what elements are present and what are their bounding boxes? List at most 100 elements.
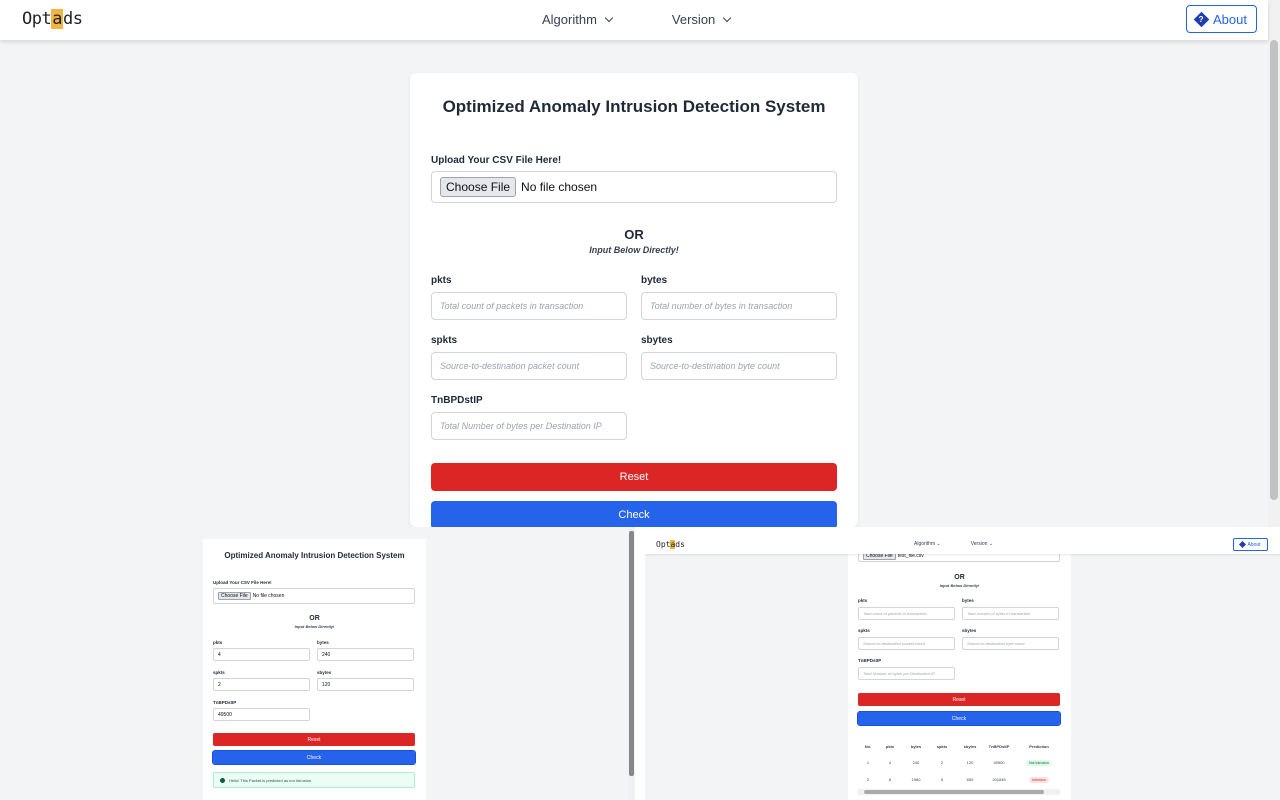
status-badge: Intrusion	[1029, 777, 1049, 783]
mini-check-button[interactable]: Check	[212, 750, 416, 765]
bytes-input[interactable]: Total number of bytes in transaction	[641, 292, 837, 320]
mini-scrollbar-thumb[interactable]	[629, 531, 634, 776]
bytes-label: bytes	[641, 275, 668, 286]
logo-text-pre: Opt	[22, 9, 52, 29]
table-scrollbar-thumb[interactable]	[864, 790, 1044, 794]
mini2-sbytes-input[interactable]: Source-to-destination byte count	[962, 637, 1059, 650]
mini-nav-version-label: Version	[970, 541, 988, 547]
about-button[interactable]: ? About	[1186, 5, 1257, 33]
mini2-pkts-input[interactable]: Total count of packets in transaction	[858, 607, 955, 620]
mini-nav-version[interactable]: Version ⌄	[971, 541, 993, 547]
logo-text-post: ds	[62, 9, 83, 29]
col-header: TnBPDstIP	[988, 744, 1010, 749]
logo-text-highlight: a	[51, 9, 63, 29]
question-diamond-icon: ?	[1193, 11, 1210, 27]
mini-reset-button[interactable]: Reset	[213, 733, 415, 746]
table-cell: 201845	[992, 777, 1006, 782]
csv-file-input[interactable]: Choose File No file chosen	[431, 171, 837, 203]
mini-about-button[interactable]: About	[1233, 538, 1268, 551]
logo[interactable]: Opt a ds	[22, 9, 83, 29]
nav-algorithm-label: Algorithm	[542, 12, 597, 27]
mini-csv-file-input[interactable]: Choose File No file chosen	[213, 588, 415, 604]
mini-or-subtitle: Input Below Directly!	[294, 624, 335, 629]
mini-file-status: No file chosen	[252, 593, 285, 599]
top-navbar: Opt a ds Algorithm Version ? About	[0, 0, 1268, 40]
nav-version-dropdown[interactable]: Version	[671, 12, 732, 27]
prediction-success-alert: Hello! This Packet is predicted as not I…	[213, 772, 415, 788]
mini2-bytes-input[interactable]: Total number of bytes in transaction	[962, 607, 1059, 620]
mini-sbytes-input[interactable]: 120	[317, 678, 414, 691]
mini-navbar: Optads Algorithm ⌄ Version ⌄ About	[645, 527, 1280, 554]
mini-bytes-input[interactable]: 240	[317, 648, 414, 661]
or-subtitle: Input Below Directly!	[589, 245, 679, 255]
mini-logo[interactable]: Optads	[656, 540, 685, 549]
check-button[interactable]: Check	[431, 501, 837, 527]
mini-about-label: About	[1247, 541, 1261, 548]
screenshot-divider	[635, 527, 645, 800]
reset-button[interactable]: Reset	[431, 463, 837, 491]
detection-form-card: Optimized Anomaly Intrusion Detection Sy…	[410, 73, 858, 527]
nav-menu: Algorithm Version	[542, 12, 732, 27]
mini2-check-button[interactable]: Check	[857, 711, 1061, 726]
sbytes-label: sbytes	[641, 335, 673, 346]
mini-nav-algorithm[interactable]: Algorithm ⌄	[914, 541, 941, 547]
mini-or-subtitle-2: Input Below Directly!	[939, 583, 980, 588]
pkts-input[interactable]: Total count of packets in transaction	[431, 292, 627, 320]
mini-spkts-label: spkts	[213, 670, 225, 675]
screenshot-single-prediction: Optimized Anomaly Intrusion Detection Sy…	[0, 527, 635, 800]
choose-file-button[interactable]: Choose File	[440, 177, 517, 197]
mini-sbytes-label: sbytes	[317, 670, 332, 675]
screenshot-batch-prediction: Optads Algorithm ⌄ Version ⌄ About Choos…	[645, 527, 1280, 800]
mini2-tnbpdstip-input[interactable]: Total Number of bytes per Destination IP	[858, 667, 955, 680]
file-status: No file chosen	[521, 180, 598, 194]
page-scrollbar[interactable]	[1268, 0, 1280, 527]
nav-algorithm-dropdown[interactable]: Algorithm	[542, 12, 614, 27]
mini-or-divider: OR	[309, 615, 320, 622]
table-row: 1 4 240 2 120 49500 Not Intrusion	[858, 760, 1060, 777]
mini2-sbytes-label: sbytes	[962, 628, 977, 633]
mini2-pkts-label: pkts	[858, 598, 868, 603]
col-header: sbytes	[963, 744, 977, 749]
mini-tnbpdstip-label: TnBPDstIP	[213, 700, 237, 705]
mini2-spkts-input[interactable]: Source-to-destination packet count	[858, 637, 955, 650]
mini-pkts-input[interactable]: 4	[213, 648, 310, 661]
mini-logo-post: ds	[675, 540, 685, 549]
mini-nav-algorithm-label: Algorithm	[914, 541, 936, 547]
table-cell: 2	[940, 760, 944, 765]
about-label: About	[1213, 11, 1247, 27]
tnbpdstip-input[interactable]: Total Number of bytes per Destination IP	[431, 412, 627, 440]
table-cell: 5	[940, 777, 944, 782]
sbytes-input[interactable]: Source-to-destination byte count	[641, 352, 837, 380]
table-cell: 120	[966, 760, 974, 765]
table-cell: 650	[966, 777, 974, 782]
mini-logo-pre: Opt	[656, 540, 671, 549]
tnbpdstip-label: TnBPDstIP	[431, 395, 483, 406]
mini-pkts-label: pkts	[213, 640, 223, 645]
page-title: Optimized Anomaly Intrusion Detection Sy…	[442, 97, 826, 116]
mini-choose-file-button[interactable]: Choose File	[218, 592, 251, 600]
col-header: Prediction	[1029, 744, 1049, 749]
prediction-message: Hello! This Packet is predicted as not I…	[229, 777, 312, 783]
page-scrollbar-thumb[interactable]	[1270, 40, 1278, 500]
table-horizontal-scrollbar[interactable]	[858, 789, 1060, 795]
mini-scrollbar[interactable]	[628, 527, 635, 800]
mini-or-divider-2: OR	[954, 574, 965, 581]
mini2-bytes-label: bytes	[962, 598, 974, 603]
mini2-tnbpdstip-label: TnBPDstIP	[858, 658, 882, 663]
mini-page-title: Optimized Anomaly Intrusion Detection Sy…	[224, 551, 405, 560]
mini-spkts-input[interactable]: 2	[213, 678, 310, 691]
table-cell: 49500	[993, 760, 1005, 765]
info-icon	[220, 777, 225, 783]
chevron-down-icon	[723, 13, 732, 23]
spkts-input[interactable]: Source-to-destination packet count	[431, 352, 627, 380]
mini-nav-menu: Algorithm ⌄ Version ⌄	[914, 541, 993, 547]
question-diamond-icon	[1239, 540, 1247, 549]
spkts-label: spkts	[431, 335, 458, 346]
status-badge: Not Intrusion	[1026, 760, 1052, 766]
col-header: spkts	[936, 744, 948, 749]
mini-tnbpdstip-input[interactable]: 49500	[213, 708, 310, 721]
mini-upload-label: Upload Your CSV File Here!	[213, 580, 272, 585]
chevron-down-icon	[604, 13, 614, 23]
nav-version-label: Version	[671, 12, 716, 27]
mini2-reset-button[interactable]: Reset	[858, 693, 1060, 706]
